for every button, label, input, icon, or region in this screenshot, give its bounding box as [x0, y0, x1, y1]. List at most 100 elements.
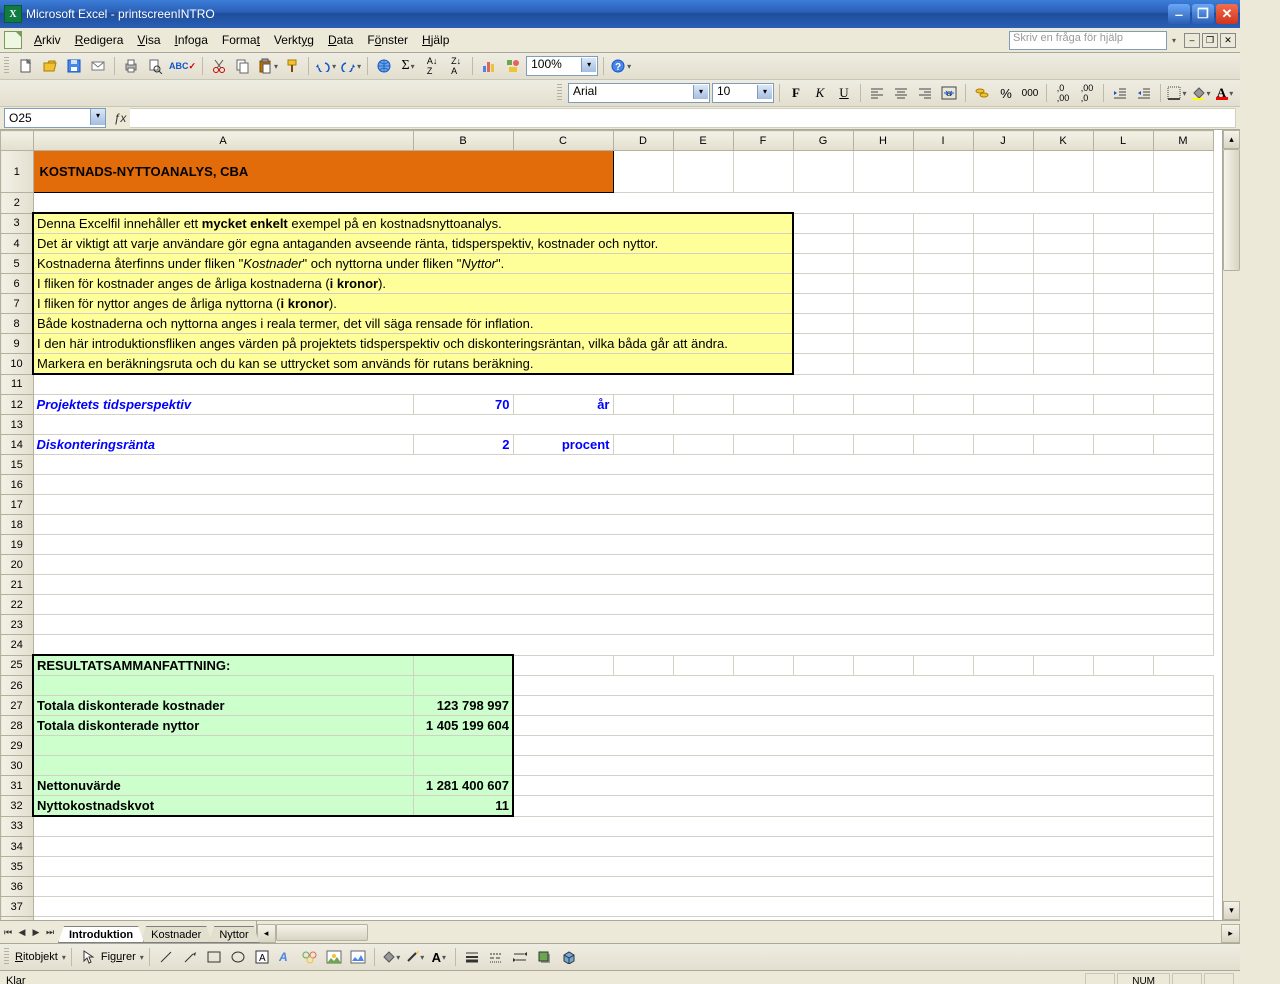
align-left-button[interactable] — [866, 82, 888, 104]
select-objects-button[interactable] — [77, 946, 99, 968]
comma-style-button[interactable]: 000 — [1019, 82, 1041, 104]
align-center-button[interactable] — [890, 82, 912, 104]
autosum-button[interactable]: Σ▾ — [397, 55, 419, 77]
drawing-toggle-button[interactable] — [502, 55, 524, 77]
sort-desc-button[interactable]: Z↓A — [445, 55, 467, 77]
dash-style-button[interactable] — [485, 946, 507, 968]
mail-button[interactable] — [87, 55, 109, 77]
tab-nav-first[interactable]: ⏮ — [2, 924, 14, 940]
3d-button[interactable] — [557, 946, 579, 968]
undo-button[interactable]: ▾ — [314, 55, 337, 77]
decrease-indent-button[interactable] — [1109, 82, 1131, 104]
increase-indent-button[interactable] — [1133, 82, 1155, 104]
format-painter-button[interactable] — [281, 55, 303, 77]
chart-wizard-button[interactable] — [478, 55, 500, 77]
bold-button[interactable]: F — [785, 82, 807, 104]
mdi-close-button[interactable]: ✕ — [1220, 33, 1236, 48]
rectangle-button[interactable] — [203, 946, 225, 968]
print-button[interactable] — [120, 55, 142, 77]
close-button[interactable]: ✕ — [1216, 4, 1238, 24]
tab-nav-prev[interactable]: ◀ — [16, 924, 28, 940]
copy-button[interactable] — [232, 55, 254, 77]
discount-value[interactable]: 2 — [413, 435, 513, 455]
help-dropdown-icon[interactable]: ▾ — [1172, 36, 1176, 45]
print-preview-button[interactable] — [144, 55, 166, 77]
clipart-button[interactable] — [323, 946, 345, 968]
scroll-right-button[interactable]: ▸ — [1221, 924, 1240, 943]
new-button[interactable] — [15, 55, 37, 77]
diagram-button[interactable] — [299, 946, 321, 968]
font-size-select[interactable]: 10▾ — [712, 83, 774, 103]
sheet-tab-kostnader[interactable]: Kostnader — [140, 926, 212, 943]
vertical-scrollbar[interactable]: ▴ ▾ — [1223, 130, 1240, 920]
menu-visa[interactable]: Visa — [131, 31, 166, 49]
cut-button[interactable] — [208, 55, 230, 77]
menu-arkiv[interactable]: AArkivrkiv — [28, 31, 67, 49]
sheet-tab-introduktion[interactable]: Introduktion — [58, 926, 144, 943]
mdi-restore-button[interactable]: ❐ — [1202, 33, 1218, 48]
align-right-button[interactable] — [914, 82, 936, 104]
open-button[interactable] — [39, 55, 61, 77]
tab-nav-last[interactable]: ⏭ — [44, 924, 56, 940]
autoshapes-menu[interactable]: Figurer ▾ — [101, 951, 144, 963]
toolbar-grip[interactable] — [4, 57, 9, 75]
line-color-button[interactable]: ▾ — [404, 946, 426, 968]
fill-color-button[interactable]: ▾ — [1190, 82, 1212, 104]
line-style-button[interactable] — [461, 946, 483, 968]
percent-button[interactable]: % — [995, 82, 1017, 104]
hyperlink-button[interactable] — [373, 55, 395, 77]
sort-asc-button[interactable]: A↓Z — [421, 55, 443, 77]
toolbar-grip[interactable] — [557, 84, 562, 102]
grid[interactable]: AB CD EF GH IJ KL M 1 KOSTNADS-NYTTOANAL… — [0, 130, 1214, 920]
mdi-minimize-button[interactable]: ‒ — [1184, 33, 1200, 48]
scroll-thumb[interactable] — [1223, 149, 1240, 271]
font-name-select[interactable]: Arial▾ — [568, 83, 710, 103]
menu-format[interactable]: Format — [216, 31, 266, 49]
arrow-style-button[interactable] — [509, 946, 531, 968]
increase-decimal-button[interactable]: ,0,00 — [1052, 82, 1074, 104]
textbox-button[interactable]: A — [251, 946, 273, 968]
scroll-up-button[interactable]: ▴ — [1223, 130, 1240, 149]
font-color-button[interactable]: A▾ — [1214, 82, 1236, 104]
line-button[interactable] — [155, 946, 177, 968]
menu-infoga[interactable]: Infoga — [169, 31, 214, 49]
minimize-button[interactable]: ‒ — [1168, 4, 1190, 24]
merge-center-button[interactable]: a — [938, 82, 960, 104]
menu-fonster[interactable]: Fönster — [361, 31, 414, 49]
menu-hjalp[interactable]: Hjälp — [416, 31, 455, 49]
spelling-button[interactable]: ABC✓ — [168, 55, 197, 77]
menu-verktyg[interactable]: Verktyg — [268, 31, 320, 49]
column-headers[interactable]: AB CD EF GH IJ KL M — [1, 131, 1214, 151]
wordart-button[interactable]: A — [275, 946, 297, 968]
toolbar-grip[interactable] — [4, 948, 9, 966]
tab-nav-next[interactable]: ▶ — [30, 924, 42, 940]
row-header[interactable]: 1 — [1, 151, 34, 193]
maximize-button[interactable]: ❐ — [1192, 4, 1214, 24]
name-box[interactable]: O25▾ — [4, 108, 106, 128]
shadow-button[interactable] — [533, 946, 555, 968]
paste-button[interactable]: ▾ — [256, 55, 279, 77]
formula-input[interactable] — [130, 108, 1236, 128]
select-all-corner[interactable] — [1, 131, 34, 151]
menu-data[interactable]: Data — [322, 31, 359, 49]
menu-redigera[interactable]: Redigera — [69, 31, 130, 49]
help-button[interactable]: ?▾ — [609, 55, 632, 77]
save-button[interactable] — [63, 55, 85, 77]
decrease-decimal-button[interactable]: ,00,0 — [1076, 82, 1098, 104]
redo-button[interactable]: ▾ — [339, 55, 362, 77]
font-color-button[interactable]: A▾ — [428, 946, 450, 968]
fill-color-button[interactable]: ▾ — [380, 946, 402, 968]
fx-icon[interactable]: ƒx — [110, 111, 130, 125]
scroll-thumb[interactable] — [276, 924, 368, 941]
help-search-input[interactable]: Skriv en fråga för hjälp — [1009, 31, 1167, 50]
horizontal-scrollbar[interactable]: ◂ ▸ — [257, 924, 1240, 941]
borders-button[interactable]: ▾ — [1166, 82, 1188, 104]
insert-picture-button[interactable] — [347, 946, 369, 968]
perspective-value[interactable]: 70 — [413, 395, 513, 415]
scroll-down-button[interactable]: ▾ — [1223, 901, 1240, 920]
currency-button[interactable] — [971, 82, 993, 104]
draw-menu[interactable]: Ritobjekt ▾ — [15, 951, 66, 963]
zoom-select[interactable]: 100%▾ — [526, 56, 598, 76]
sheet-tab-nyttor[interactable]: Nyttor — [208, 926, 259, 943]
oval-button[interactable] — [227, 946, 249, 968]
